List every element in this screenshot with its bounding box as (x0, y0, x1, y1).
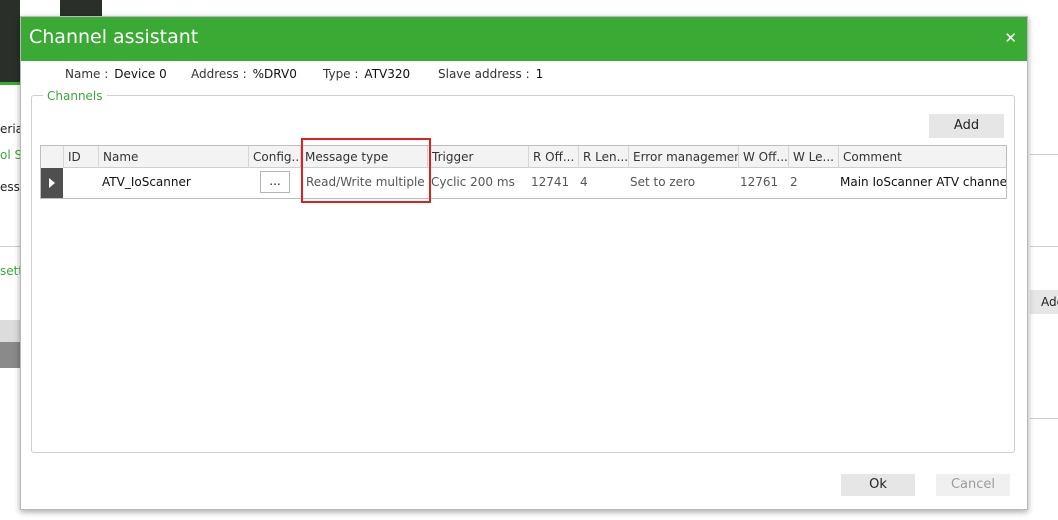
cell-w-length[interactable]: 2 (786, 168, 838, 198)
column-header-trigger[interactable]: Trigger (427, 146, 528, 168)
divider (1030, 246, 1058, 247)
device-name-value: Device 0 (114, 67, 167, 81)
dialog-title: Channel assistant (29, 26, 199, 48)
column-header-error-management[interactable]: Error management (628, 146, 738, 168)
add-channel-button[interactable]: Add (929, 114, 1004, 138)
address-info: Address : %DRV0 (191, 67, 297, 81)
device-name-label: Name : (65, 67, 109, 81)
current-row-arrow-icon (49, 178, 55, 188)
column-header-config[interactable]: Config... (248, 146, 300, 168)
column-header-id[interactable]: ID (63, 146, 98, 168)
slave-address-value: 1 (535, 67, 544, 81)
divider (1030, 154, 1058, 155)
close-icon[interactable]: ✕ (1004, 29, 1017, 47)
dialog-titlebar: Channel assistant ✕ (21, 17, 1027, 61)
type-value: ATV320 (364, 67, 411, 81)
address-value: %DRV0 (252, 67, 297, 81)
type-label: Type : (323, 67, 359, 81)
table-corner (41, 146, 63, 168)
cell-w-offset[interactable]: 12761 (736, 168, 788, 198)
slave-address-info: Slave address : 1 (438, 67, 543, 81)
row-selector[interactable] (41, 168, 63, 198)
background-add-button[interactable]: Add (1030, 290, 1058, 314)
slave-address-label: Slave address : (438, 67, 530, 81)
channels-table: ID Name Config... Message type Trigger R… (40, 145, 1007, 199)
column-header-name[interactable]: Name (98, 146, 248, 168)
address-label: Address : (191, 67, 247, 81)
cell-id[interactable] (63, 168, 98, 198)
device-thumbnail (0, 0, 20, 84)
column-header-r-length[interactable]: R Len... (578, 146, 628, 168)
selection-indicator (0, 82, 22, 85)
message-type-highlight-box (301, 138, 431, 203)
type-info: Type : ATV320 (323, 67, 410, 81)
cell-comment[interactable]: Main IoScanner ATV channel (836, 168, 1006, 198)
column-header-w-offset[interactable]: W Off... (738, 146, 788, 168)
cell-r-length[interactable]: 4 (576, 168, 628, 198)
cell-error-management[interactable]: Set to zero (626, 168, 738, 198)
divider (1030, 418, 1058, 419)
background-panel (0, 342, 22, 368)
column-header-w-length[interactable]: W Le... (788, 146, 838, 168)
cell-r-offset[interactable]: 12741 (527, 168, 578, 198)
divider (0, 246, 22, 247)
background-panel (0, 320, 22, 342)
config-ellipsis-button[interactable]: ... (260, 171, 290, 193)
channels-group-label: Channels (43, 89, 107, 103)
cancel-button[interactable]: Cancel (936, 474, 1010, 496)
cell-name[interactable]: ATV_IoScanner (98, 168, 248, 198)
column-header-r-offset[interactable]: R Off... (528, 146, 578, 168)
ok-button[interactable]: Ok (841, 474, 915, 496)
cell-trigger[interactable]: Cyclic 200 ms (427, 168, 528, 198)
channel-assistant-dialog: Channel assistant ✕ Name : Device 0 Addre… (20, 16, 1028, 510)
table-header: ID Name Config... Message type Trigger R… (41, 146, 1006, 168)
column-header-comment[interactable]: Comment (838, 146, 1006, 168)
device-name-info: Name : Device 0 (65, 67, 167, 81)
